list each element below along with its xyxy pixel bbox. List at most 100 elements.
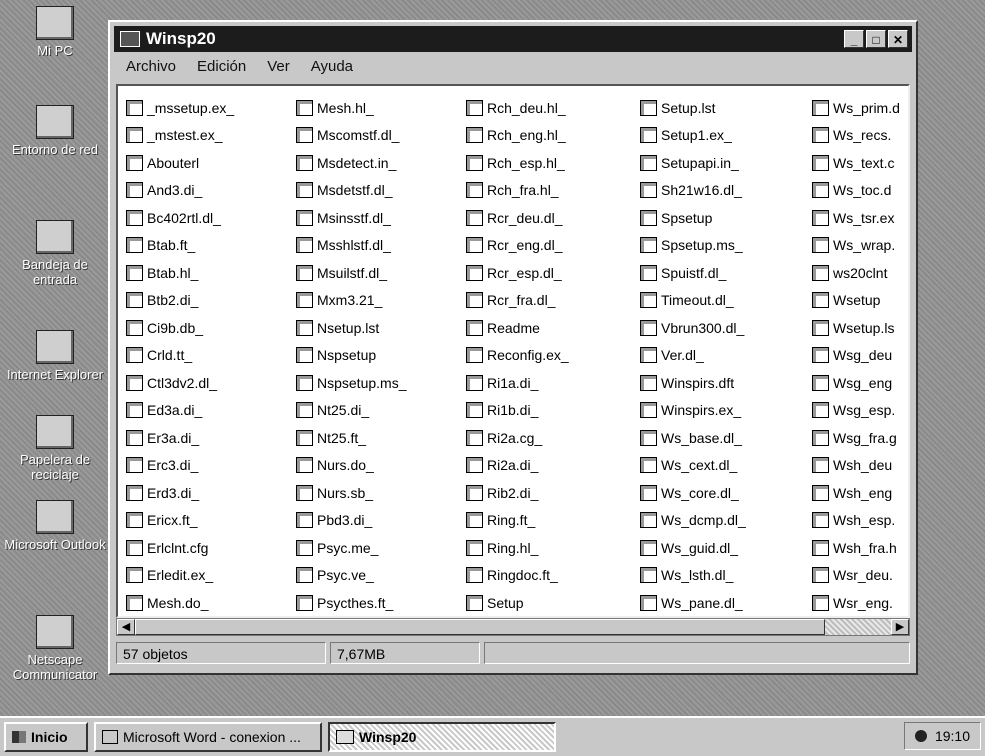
desktop-icon-mi-pc[interactable]: Mi PC [0,6,110,58]
file-item[interactable]: Btb2.di_ [126,287,234,315]
file-item[interactable]: Erd3.di_ [126,479,234,507]
file-item[interactable]: Nurs.sb_ [296,479,406,507]
file-item[interactable]: _mstest.ex_ [126,122,234,150]
taskbar-word-button[interactable]: Microsoft Word - conexion ... [94,722,322,752]
menu-ver[interactable]: Ver [267,58,290,75]
file-item[interactable]: Nspsetup [296,342,406,370]
file-item[interactable]: _mssetup.ex_ [126,94,234,122]
file-item[interactable]: Nspsetup.ms_ [296,369,406,397]
file-item[interactable]: Wsg_deu [812,342,900,370]
desktop-icon-netscape[interactable]: Netscape Communicator [0,615,110,682]
file-item[interactable]: Setup [466,589,569,616]
taskbar-winsp-button[interactable]: Winsp20 [328,722,556,752]
file-item[interactable]: And3.di_ [126,177,234,205]
file-item[interactable]: Abouterl [126,149,234,177]
file-item[interactable]: Rcr_deu.dl_ [466,204,569,232]
close-button[interactable]: ✕ [888,30,908,48]
file-item[interactable]: Er3a.di_ [126,424,234,452]
file-item[interactable]: Spuistf.dl_ [640,259,746,287]
file-item[interactable]: Rch_eng.hl_ [466,122,569,150]
file-item[interactable]: Msdetstf.dl_ [296,177,406,205]
file-item[interactable]: Setupapi.in_ [640,149,746,177]
file-item[interactable]: Mxm3.21_ [296,287,406,315]
file-item[interactable]: Msdetect.in_ [296,149,406,177]
file-item[interactable]: Pbd3.di_ [296,507,406,535]
file-item[interactable]: Timeout.dl_ [640,287,746,315]
file-item[interactable]: Sh21w16.dl_ [640,177,746,205]
file-item[interactable]: Psycthes.ft_ [296,589,406,616]
file-item[interactable]: Wsh_eng [812,479,900,507]
file-item[interactable]: Wsetup [812,287,900,315]
file-item[interactable]: Wsr_eng. [812,589,900,616]
file-item[interactable]: Ri1b.di_ [466,397,569,425]
file-item[interactable]: Wsg_fra.g [812,424,900,452]
file-item[interactable]: Wsh_fra.h [812,534,900,562]
file-item[interactable]: Ws_prim.d [812,94,900,122]
title-bar[interactable]: Winsp20 _ □ ✕ [114,26,912,52]
file-item[interactable]: Ring.ft_ [466,507,569,535]
file-item[interactable]: Wsh_deu [812,452,900,480]
file-item[interactable]: Rch_deu.hl_ [466,94,569,122]
file-item[interactable]: Rcr_esp.dl_ [466,259,569,287]
file-item[interactable]: Ws_toc.d [812,177,900,205]
file-item[interactable]: Psyc.ve_ [296,562,406,590]
file-item[interactable]: Ci9b.db_ [126,314,234,342]
scroll-thumb[interactable] [135,619,825,635]
file-item[interactable]: Erlclnt.cfg [126,534,234,562]
start-button[interactable]: Inicio [4,722,88,752]
file-item[interactable]: Ring.hl_ [466,534,569,562]
file-item[interactable]: Ws_cext.dl_ [640,452,746,480]
scroll-left-button[interactable]: ◀ [117,619,135,635]
file-item[interactable]: Psyc.me_ [296,534,406,562]
file-item[interactable]: Ericx.ft_ [126,507,234,535]
file-item[interactable]: Ws_tsr.ex [812,204,900,232]
file-item[interactable]: Nsetup.lst [296,314,406,342]
file-item[interactable]: ws20clnt [812,259,900,287]
file-item[interactable]: Ri2a.di_ [466,452,569,480]
file-item[interactable]: Ver.dl_ [640,342,746,370]
file-item[interactable]: Spsetup [640,204,746,232]
minimize-button[interactable]: _ [844,30,864,48]
file-item[interactable]: Vbrun300.dl_ [640,314,746,342]
file-item[interactable]: Wsr_deu. [812,562,900,590]
file-item[interactable]: Rch_esp.hl_ [466,149,569,177]
file-item[interactable]: Mscomstf.dl_ [296,122,406,150]
file-item[interactable]: Ringdoc.ft_ [466,562,569,590]
maximize-button[interactable]: □ [866,30,886,48]
file-item[interactable]: Ws_core.dl_ [640,479,746,507]
scroll-right-button[interactable]: ▶ [891,619,909,635]
menu-edicion[interactable]: Edición [197,58,246,75]
horizontal-scrollbar[interactable]: ◀ ▶ [116,618,910,636]
file-item[interactable]: Wsh_esp. [812,507,900,535]
file-item[interactable]: Wsg_esp. [812,397,900,425]
file-item[interactable]: Ri1a.di_ [466,369,569,397]
desktop-icon-inbox[interactable]: Bandeja de entrada [0,220,110,287]
file-item[interactable]: Ws_guid.dl_ [640,534,746,562]
file-item[interactable]: Winspirs.dft [640,369,746,397]
file-item[interactable]: Setup1.ex_ [640,122,746,150]
file-item[interactable]: Readme [466,314,569,342]
file-item[interactable]: Ed3a.di_ [126,397,234,425]
file-item[interactable]: Rcr_fra.dl_ [466,287,569,315]
file-item[interactable]: Ws_text.c [812,149,900,177]
file-item[interactable]: Btab.hl_ [126,259,234,287]
menu-ayuda[interactable]: Ayuda [311,58,353,75]
file-item[interactable]: Winspirs.ex_ [640,397,746,425]
tray-icon[interactable] [914,730,927,742]
file-item[interactable]: Ws_base.dl_ [640,424,746,452]
file-item[interactable]: Bc402rtl.dl_ [126,204,234,232]
file-item[interactable]: Nt25.di_ [296,397,406,425]
file-item[interactable]: Ri2a.cg_ [466,424,569,452]
file-item[interactable]: Ws_recs. [812,122,900,150]
file-item[interactable]: Rch_fra.hl_ [466,177,569,205]
menu-archivo[interactable]: Archivo [126,58,176,75]
file-item[interactable]: Mesh.do_ [126,589,234,616]
file-item[interactable]: Msuilstf.dl_ [296,259,406,287]
desktop-icon-internet-explorer[interactable]: Internet Explorer [0,330,110,382]
file-item[interactable]: Erledit.ex_ [126,562,234,590]
file-item[interactable]: Mesh.hl_ [296,94,406,122]
file-item[interactable]: Btab.ft_ [126,232,234,260]
file-item[interactable]: Wsg_eng [812,369,900,397]
file-item[interactable]: Spsetup.ms_ [640,232,746,260]
file-item[interactable]: Ctl3dv2.dl_ [126,369,234,397]
